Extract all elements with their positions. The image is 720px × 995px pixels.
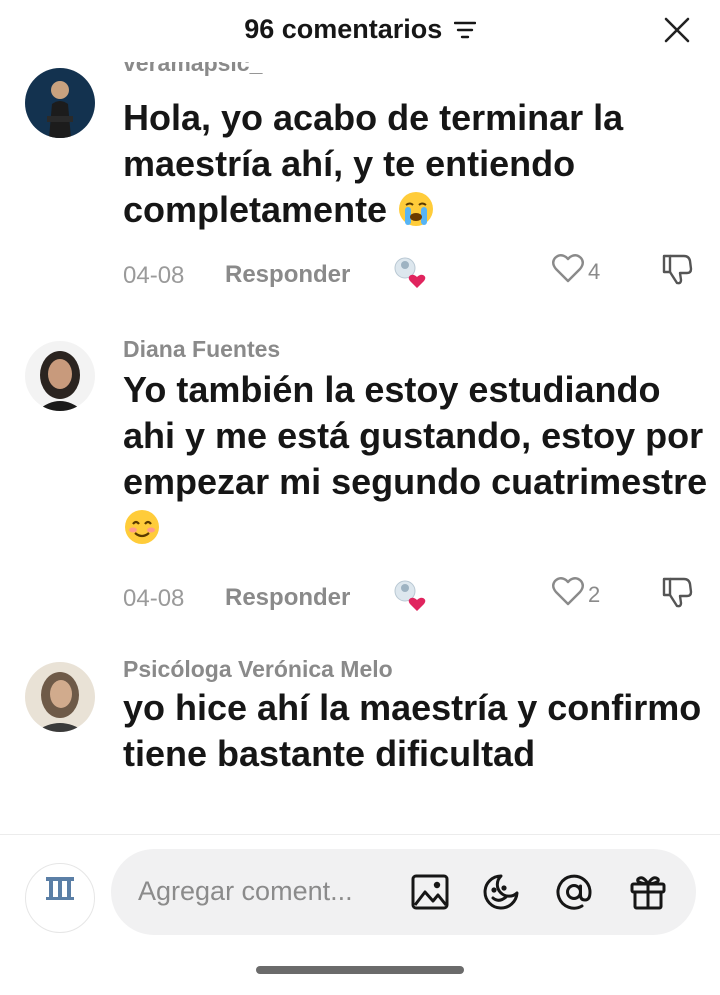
comment-text-content: Yo también la estoy estudiando ahi y me … (123, 369, 708, 502)
comment-text-content: yo hice ahí la maestría y confirmo tiene… (123, 687, 702, 774)
comment-text: yo hice ahí la maestría y confirmo tiene… (123, 685, 713, 777)
comment-username[interactable]: Psicóloga Verónica Melo (123, 656, 393, 683)
comment-text: Yo también la estoy estudiando ahi y me … (123, 367, 713, 557)
like-count: 2 (588, 582, 601, 607)
heart-outline-icon (552, 577, 584, 606)
comment-text: Hola, yo acabo de terminar la maestría a… (123, 95, 713, 239)
reply-button[interactable]: Responder (225, 261, 350, 289)
comment-username[interactable]: veramapsic_ (123, 62, 262, 77)
comment-count-title: 96 comentarios (244, 14, 443, 44)
comment-input-placeholder: Agregar coment... (138, 876, 353, 906)
avatar[interactable] (25, 662, 95, 732)
filter-icon[interactable] (453, 15, 476, 46)
comment-meta: 04-08 Responder 4 (123, 254, 703, 294)
like-button[interactable]: 2 (551, 575, 611, 611)
dislike-icon[interactable] (660, 575, 694, 611)
avatar[interactable] (25, 341, 95, 411)
crying-face-icon (397, 190, 435, 239)
avatar[interactable] (25, 68, 95, 138)
comment-date: 04-08 (123, 262, 185, 289)
emoji-sticker-icon[interactable] (480, 871, 522, 913)
comment-input[interactable]: Agregar coment... (111, 849, 696, 935)
comment-composer: Agregar coment... (0, 835, 720, 995)
like-count: 4 (588, 259, 601, 284)
comment-username[interactable]: Diana Fuentes (123, 336, 280, 363)
comments-header: 96 comentarios (0, 0, 720, 62)
mention-icon[interactable] (553, 871, 595, 913)
comment-date: 04-08 (123, 585, 185, 612)
heart-outline-icon (552, 254, 584, 283)
reply-button[interactable]: Responder (225, 584, 350, 612)
home-indicator (256, 966, 464, 974)
image-icon[interactable] (409, 871, 451, 913)
smiling-face-icon (123, 508, 161, 557)
close-icon[interactable] (662, 15, 692, 45)
header-title-wrap: 96 comentarios (0, 14, 720, 46)
comment-text-content: Hola, yo acabo de terminar la maestría a… (123, 97, 624, 230)
creator-liked-icon (391, 578, 429, 614)
my-avatar[interactable] (25, 863, 95, 933)
comment-list[interactable]: veramapsic_ Hola, yo acabo de terminar l… (0, 62, 720, 834)
comment-meta: 04-08 Responder 2 (123, 577, 703, 617)
creator-liked-icon (391, 255, 429, 291)
like-button[interactable]: 4 (551, 252, 611, 288)
dislike-icon[interactable] (660, 252, 694, 288)
gift-icon[interactable] (627, 871, 669, 913)
